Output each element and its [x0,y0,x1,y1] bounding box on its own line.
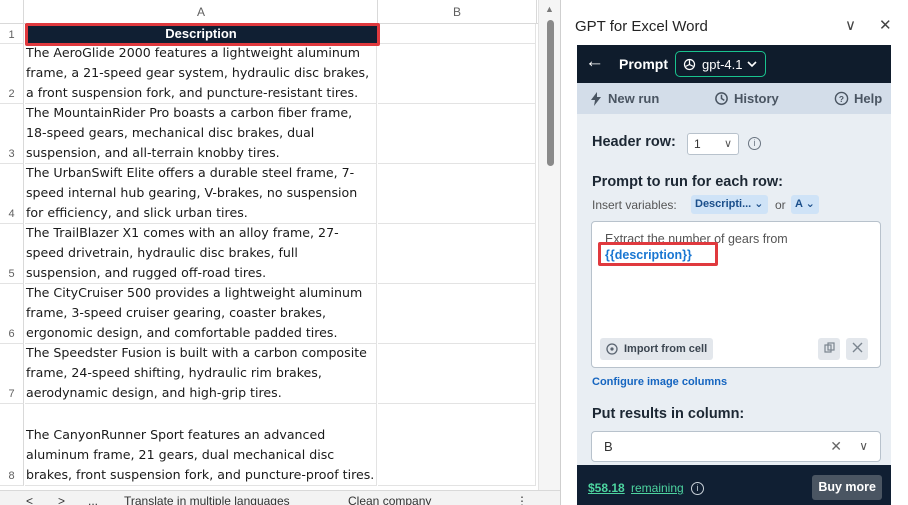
column-header-a[interactable]: A [25,0,378,24]
variable-chip-label: Descripti... [695,198,752,210]
import-icon [606,343,618,355]
row-header[interactable]: 7 [0,344,24,404]
cell-a[interactable]: The MountainRider Pro boasts a carbon fi… [25,104,377,164]
cell-a[interactable]: The UrbanSwift Elite offers a durable st… [25,164,377,224]
row-header[interactable]: 2 [0,44,24,104]
header-row-value: 1 [694,137,701,151]
prompt-label: Prompt to run for each row: [592,174,783,190]
import-from-cell-button[interactable]: Import from cell [600,338,714,360]
header-row-select[interactable]: 1 ∨ [687,133,739,155]
column-headers: A B [0,0,560,24]
history-button[interactable]: History [714,91,779,106]
addin-panel: ← Prompt gpt-4.1 New run History ? Help … [577,45,891,505]
select-all-corner[interactable] [0,0,24,24]
cell-b[interactable] [378,344,536,404]
clear-selection-icon[interactable]: ✕ [830,432,842,461]
tab-more-icon[interactable]: ... [88,494,98,505]
sheet-tab-clean-company[interactable]: Clean company [348,494,431,505]
cell-b[interactable] [378,404,536,486]
highlight-box [25,23,380,46]
vertical-scrollbar[interactable]: ▲ [538,0,560,490]
variable-chip-description[interactable]: Descripti... ⌄ [691,195,768,214]
model-name: gpt-4.1 [702,56,743,72]
history-label: History [734,91,779,106]
column-chip-label: A [795,198,803,210]
cell-b[interactable] [378,284,536,344]
sheet-tab-bar: < > ... Translate in multiple languages … [0,490,560,505]
column-header-b[interactable]: B [378,0,537,24]
results-column-select[interactable]: B ✕ ∨ [591,431,881,462]
cell-b[interactable] [378,164,536,224]
insert-variables-label: Insert variables: [592,198,677,212]
prompt-title: Prompt [619,56,668,72]
row-header[interactable]: 8 [0,404,24,486]
copy-button[interactable] [818,338,840,360]
clear-button[interactable] [846,338,868,360]
collapse-pane-icon[interactable]: ∨ [845,16,856,34]
pane-title: GPT for Excel Word [575,18,708,35]
import-label: Import from cell [624,343,708,355]
cell-a[interactable]: The TrailBlazer X1 comes with an alloy f… [25,224,377,284]
credits-amount[interactable]: $58.18 [588,481,625,495]
scrollbar-thumb[interactable] [547,20,554,166]
close-icon [852,342,862,353]
tab-prev-icon[interactable]: < [26,494,33,505]
copy-icon [823,342,835,353]
footer-bar: $58.18 remaining i Buy more [577,465,891,505]
back-arrow-icon[interactable]: ← [585,51,604,73]
close-pane-icon[interactable]: ✕ [879,16,892,34]
chevron-down-icon [747,60,758,67]
nav-bar: New run History ? Help [577,83,891,114]
cell-a[interactable]: The CityCruiser 500 provides a lightweig… [25,284,377,344]
info-icon[interactable]: i [691,482,704,495]
spreadsheet-grid: A B 1 Description 2 The AeroGlide 2000 f… [0,0,560,505]
sheet-tab-translate[interactable]: Translate in multiple languages [124,494,290,505]
configure-image-columns-link[interactable]: Configure image columns [592,376,727,388]
new-run-button[interactable]: New run [589,91,659,106]
cell-a[interactable]: The CanyonRunner Sport features an advan… [25,404,377,486]
tab-options-icon[interactable]: ⋮ [516,494,528,505]
cell-a[interactable]: The Speedster Fusion is built with a car… [25,344,377,404]
credits-remaining-label[interactable]: remaining [631,481,684,495]
or-label: or [775,198,786,212]
history-icon [715,92,728,105]
header-row-label: Header row: [592,134,676,150]
results-column-label: Put results in column: [592,406,745,422]
help-button[interactable]: ? Help [834,91,882,106]
row-header[interactable]: 1 [0,24,24,44]
cell-a[interactable]: The AeroGlide 2000 features a lightweigh… [25,44,377,104]
row-header[interactable]: 4 [0,164,24,224]
new-run-label: New run [608,91,660,106]
cell-b[interactable] [378,24,536,44]
lightning-icon [591,91,601,106]
buy-more-button[interactable]: Buy more [812,475,882,500]
variable-chip-column[interactable]: A ⌄ [791,195,819,214]
cell-b[interactable] [378,224,536,284]
chevron-down-icon[interactable]: ∨ [859,432,868,461]
scroll-up-icon[interactable]: ▲ [545,4,554,14]
info-icon[interactable]: i [748,137,761,150]
highlight-box [598,242,718,266]
results-column-value: B [604,439,613,454]
cell-b[interactable] [378,104,536,164]
row-header[interactable]: 3 [0,104,24,164]
help-icon: ? [834,91,849,106]
help-label: Help [854,91,883,106]
openai-icon [683,58,696,70]
chevron-down-icon: ∨ [723,138,732,150]
svg-text:?: ? [839,94,844,104]
tab-next-icon[interactable]: > [58,494,65,505]
cell-b[interactable] [378,44,536,104]
top-bar: ← Prompt gpt-4.1 [577,45,891,83]
row-header[interactable]: 6 [0,284,24,344]
model-selector[interactable]: gpt-4.1 [675,51,767,77]
row-header[interactable]: 5 [0,224,24,284]
task-pane: GPT for Excel Word ∨ ✕ ← Prompt gpt-4.1 … [561,0,908,505]
